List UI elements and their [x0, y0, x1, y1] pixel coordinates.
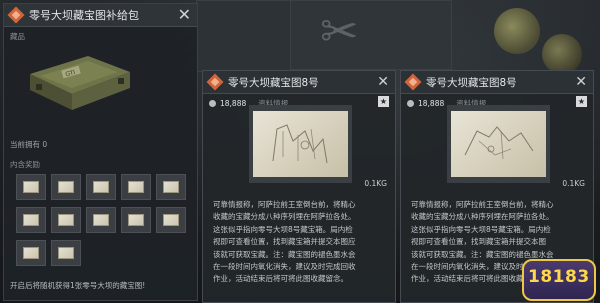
- item-price: 18,888: [220, 99, 247, 108]
- rarity-diamond-icon: [206, 73, 224, 91]
- reward-slot[interactable]: [121, 207, 151, 233]
- card-description: 可靠情报称，阿萨拉前王室倒台前，将精心 收藏的宝藏分成八种序列埋在阿萨拉各处。 …: [213, 199, 387, 286]
- treasure-map-card: 零号大坝藏宝图8号 ✕ 18,888 资料情报 ★ 0.1KG 可靠情报称，阿萨…: [202, 70, 396, 303]
- treasure-map-icon: [93, 214, 109, 226]
- supply-crate-image: GTI: [18, 44, 138, 116]
- description-line: 可靠情报称，阿萨拉前王室倒台前，将精心: [411, 200, 554, 209]
- treasure-map-image: [249, 105, 352, 183]
- description-line: 作业，活动结束后将可将此图收藏留念。: [213, 274, 348, 284]
- supply-pack-header: 零号大坝藏宝图补给包 ✕: [4, 4, 197, 27]
- watermark-text: 18183: [528, 267, 590, 287]
- description-line: 收藏的宝藏分成八种序列埋在阿萨拉各处。: [213, 212, 356, 222]
- reward-slot[interactable]: [86, 174, 116, 200]
- supply-pack-title: 零号大坝藏宝图补给包: [29, 9, 139, 22]
- map-paper: [451, 111, 546, 177]
- treasure-map-icon: [23, 247, 39, 259]
- card-header: 零号大坝藏宝图8号 ✕: [401, 71, 593, 94]
- card-title: 零号大坝藏宝图8号: [228, 76, 319, 89]
- rarity-diamond-icon: [404, 73, 422, 91]
- reward-slot[interactable]: [156, 174, 186, 200]
- reward-slot[interactable]: [51, 174, 81, 200]
- treasure-map-icon: [58, 247, 74, 259]
- item-category-label: 藏品: [10, 32, 25, 41]
- close-icon[interactable]: ✕: [178, 7, 191, 23]
- supply-pack-panel: 零号大坝藏宝图补给包 ✕ 藏品 GTI 当前拥有 0 内含奖励 开启后将随机获得…: [3, 3, 198, 301]
- scissors-prop: ✂: [320, 4, 359, 58]
- owned-count: 当前拥有 0: [10, 140, 48, 149]
- description-line: 视即可查看位置，找到藏宝箱并提交本图: [411, 237, 546, 247]
- treasure-map-icon: [23, 181, 39, 193]
- site-watermark: 18183: [522, 257, 598, 301]
- treasure-map-icon: [58, 214, 74, 226]
- reward-slot[interactable]: [51, 207, 81, 233]
- item-price: 18,888: [418, 99, 445, 108]
- description-line: 该就可获取宝藏。注：藏宝图的褪色墨水会: [213, 249, 356, 259]
- item-weight: 0.1KG: [562, 179, 585, 188]
- card-header: 零号大坝藏宝图8号 ✕: [203, 71, 395, 94]
- description-line: 视即可查看位置，找到藏宝箱并提交本图应: [213, 237, 356, 247]
- reward-grid: [16, 174, 188, 266]
- reward-slot[interactable]: [51, 240, 81, 266]
- item-weight: 0.1KG: [364, 179, 387, 188]
- background-equipment: [290, 0, 452, 70]
- treasure-map-image: [447, 105, 550, 183]
- rarity-diamond-icon: [7, 6, 25, 24]
- star-icon[interactable]: ★: [378, 96, 389, 107]
- reward-slot[interactable]: [86, 207, 116, 233]
- canister-prop: [494, 8, 540, 54]
- reward-slot[interactable]: [16, 207, 46, 233]
- map-paper: [253, 111, 348, 177]
- canister-prop: [542, 34, 582, 74]
- treasure-map-icon: [163, 181, 179, 193]
- coin-icon: [209, 100, 216, 107]
- close-icon[interactable]: ✕: [377, 74, 389, 90]
- treasure-map-icon: [58, 181, 74, 193]
- description-line: 可靠情报称，阿萨拉前王室倒台前，将精心: [213, 200, 356, 209]
- supply-pack-footer: 开启后将随机获得1张零号大坝的藏宝图!: [10, 281, 146, 290]
- treasure-map-icon: [23, 214, 39, 226]
- description-line: 收藏的宝藏分成八种序列埋在阿萨拉各处。: [411, 212, 554, 222]
- reward-slot[interactable]: [156, 207, 186, 233]
- coin-icon: [407, 100, 414, 107]
- close-icon[interactable]: ✕: [575, 74, 587, 90]
- description-line: 这张似乎指向零号大坝8号藏宝箱。局内检: [411, 224, 551, 234]
- reward-slot[interactable]: [16, 174, 46, 200]
- contents-label: 内含奖励: [10, 160, 40, 169]
- card-title: 零号大坝藏宝图8号: [426, 76, 517, 89]
- description-line: 在一段时间内氧化消失，建议及时完成回收: [213, 262, 356, 272]
- treasure-map-icon: [163, 214, 179, 226]
- reward-slot[interactable]: [16, 240, 46, 266]
- description-line: 这张似乎指向零号大坝8号藏宝箱。局内检: [213, 224, 353, 234]
- star-icon[interactable]: ★: [576, 96, 587, 107]
- treasure-map-icon: [93, 181, 109, 193]
- treasure-map-icon: [128, 181, 144, 193]
- treasure-map-icon: [128, 214, 144, 226]
- reward-slot[interactable]: [121, 174, 151, 200]
